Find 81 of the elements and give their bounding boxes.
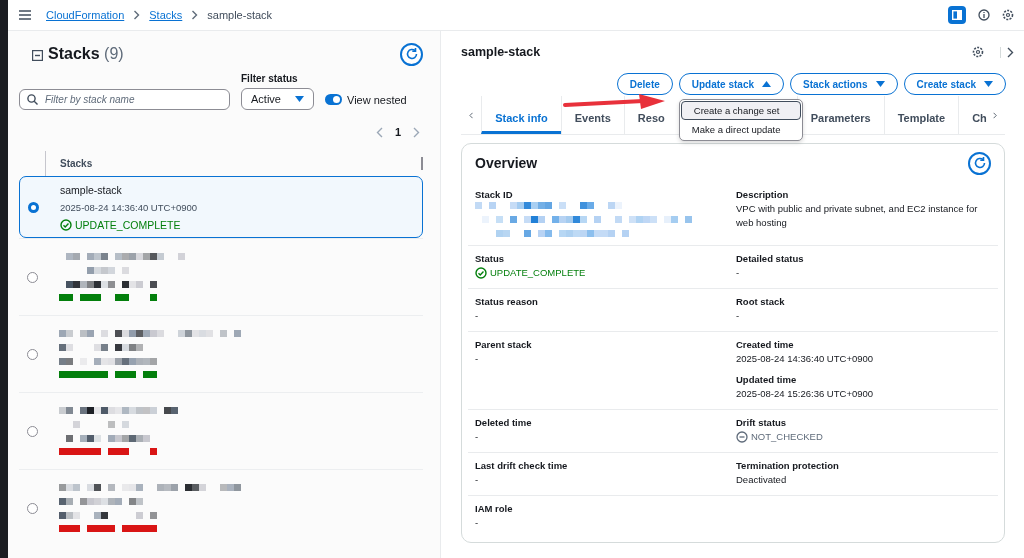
caret-up-icon [762, 81, 772, 87]
breadcrumb-current: sample-stack [207, 9, 273, 21]
field-value: - [475, 516, 480, 530]
caret-down-icon [984, 81, 993, 87]
status-value: NOT_CHECKED [736, 430, 991, 444]
stack-time: 2025-08-24 14:36:40 UTC+0900 [60, 201, 198, 213]
radio-button[interactable] [28, 201, 39, 213]
field-value: 2025-08-24 14:36:40 UTC+0900 [736, 352, 875, 366]
stack-status: UPDATE_COMPLETE [60, 218, 198, 231]
check-circle-icon [475, 267, 487, 279]
view-nested-toggle[interactable] [325, 94, 342, 105]
field-value: 2025-08-24 15:26:36 UTC+0900 [736, 387, 875, 401]
field-label: Last drift check time [475, 460, 569, 471]
field-value: - [736, 309, 741, 323]
collapse-icon [32, 50, 43, 61]
field-label: Created time [736, 339, 795, 350]
status-select[interactable]: Active [241, 88, 314, 110]
breadcrumb-link[interactable]: Stacks [149, 9, 183, 21]
field-label: Stack ID [475, 189, 514, 200]
field-value: - [475, 309, 480, 323]
field-label: IAM role [475, 503, 514, 514]
stack-name: sample-stack [60, 183, 123, 196]
field-label: Status reason [475, 296, 539, 307]
caret-down-icon [875, 81, 885, 87]
field-value: - [475, 352, 480, 366]
page-number[interactable]: 1 [394, 126, 401, 138]
gear-icon [1002, 9, 1014, 21]
field-label: Parent stack [475, 339, 533, 350]
panel-icon [952, 10, 962, 20]
field-label: Root stack [736, 296, 786, 307]
field-value: - [475, 430, 480, 444]
caret-down-icon [295, 96, 304, 102]
filter-label: Filter status [241, 73, 299, 84]
field-label: Updated time [736, 374, 798, 385]
tab[interactable]: Template [883, 96, 959, 134]
field-label: Termination protection [736, 460, 840, 471]
action-button[interactable]: Create stack [903, 73, 1006, 95]
card-title: Overview [475, 155, 538, 171]
info-icon [978, 9, 990, 21]
search-field[interactable]: Filter by stack name [19, 89, 230, 110]
tab[interactable]: Stack info [481, 96, 561, 134]
refresh-button[interactable] [400, 42, 423, 66]
field-value: VPC with public and private subnet, and EC2 instance for web hosting [736, 202, 979, 230]
tab[interactable]: Parameters [796, 96, 884, 134]
chevron-right-icon [413, 126, 420, 138]
breadcrumb-link[interactable]: CloudFormation [46, 9, 125, 21]
minus-circle-icon [736, 431, 748, 443]
field-label: Description [736, 189, 790, 200]
chevron-right-icon [133, 10, 141, 20]
field-label: Detailed status [736, 253, 805, 264]
column-header: Stacks [60, 158, 93, 169]
gear-icon [972, 46, 984, 58]
panel-title: Stacks (9) [48, 45, 124, 63]
refresh-icon [404, 47, 419, 61]
chevron-right-icon [1000, 46, 1014, 58]
menu-icon [19, 10, 31, 20]
refresh-button[interactable] [968, 151, 991, 175]
action-button[interactable]: Stack actions [790, 73, 898, 95]
radio-button[interactable] [27, 348, 38, 360]
radio-button[interactable] [27, 502, 38, 514]
chevron-right-icon [191, 10, 199, 20]
tab[interactable]: Ch [958, 96, 989, 134]
field-value: - [736, 266, 741, 280]
field-value: - [475, 473, 480, 487]
radio-button[interactable] [27, 425, 38, 437]
refresh-icon [972, 156, 987, 170]
status-value: UPDATE_COMPLETE [475, 266, 736, 280]
action-button[interactable]: Delete [616, 73, 673, 95]
field-value: Deactivated [736, 473, 788, 487]
field-label: Status [475, 253, 506, 264]
chevron-left-icon [375, 126, 383, 138]
panel-toggle-button[interactable] [948, 6, 966, 24]
check-circle-icon [60, 218, 72, 231]
field-label: Deleted time [475, 417, 533, 428]
radio-button[interactable] [27, 271, 38, 283]
stack-title: sample-stack [461, 45, 541, 59]
toggle-label: View nested [347, 94, 407, 106]
tab[interactable]: Events [560, 96, 624, 134]
menu-item[interactable]: Create a change set [680, 101, 801, 120]
field-label: Drift status [736, 417, 788, 428]
stack-row[interactable]: sample-stack 2025-08-24 14:36:40 UTC+0900 UPDATE_COMPLETE [19, 176, 423, 238]
